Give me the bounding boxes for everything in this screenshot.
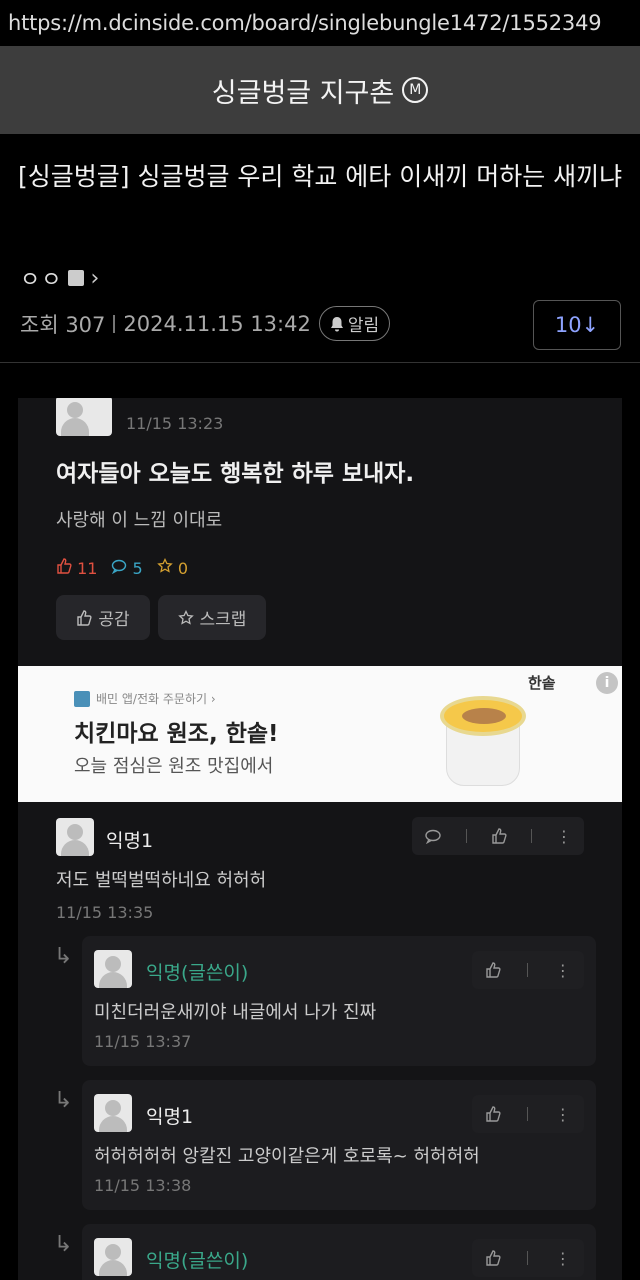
comment-tools: ⋮ bbox=[472, 951, 584, 989]
comment-count-button[interactable]: 10↓ bbox=[533, 300, 621, 350]
avatar bbox=[56, 818, 94, 856]
divider bbox=[527, 963, 529, 977]
like-button-label: 공감 bbox=[98, 610, 130, 630]
like-count: 11 bbox=[77, 559, 98, 578]
chevron-right-icon[interactable]: › bbox=[90, 266, 99, 291]
app-icon bbox=[74, 690, 90, 707]
screenshot-image: 11/15 13:23 여자들아 오늘도 행복한 하루 보내자. 사랑해 이 느… bbox=[18, 398, 622, 1280]
more-icon[interactable]: ⋮ bbox=[555, 1249, 571, 1268]
alarm-button[interactable]: 알림 bbox=[318, 306, 391, 341]
reply-arrow-icon: ↳ bbox=[54, 944, 73, 969]
author-row[interactable]: ㅇㅇ › bbox=[20, 262, 99, 294]
star-icon bbox=[156, 557, 173, 573]
captured-post-time: 11/15 13:23 bbox=[126, 414, 224, 433]
divider bbox=[527, 1251, 529, 1265]
comment-stat: 5 bbox=[111, 558, 143, 578]
view-count: 조회 307 bbox=[20, 312, 106, 337]
captured-post-body: 사랑해 이 느낌 이대로 bbox=[56, 510, 223, 531]
reply-arrow-icon: ↳ bbox=[54, 1232, 73, 1257]
scrap-button[interactable]: 스크랩 bbox=[158, 595, 266, 640]
thumbs-up-icon[interactable] bbox=[485, 1250, 501, 1266]
ad-source[interactable]: 배민 앱/전화 주문하기 › bbox=[74, 690, 216, 707]
more-icon[interactable]: ⋮ bbox=[555, 1105, 571, 1124]
comment-body: 저도 벌떡벌떡하네요 허허허 bbox=[56, 870, 267, 891]
gallery-name: 싱글벙글 지구촌 bbox=[211, 77, 395, 109]
divider bbox=[0, 362, 640, 363]
thumbs-up-icon[interactable] bbox=[491, 828, 507, 844]
thumbs-up-icon bbox=[77, 609, 92, 626]
scrap-button-label: 스크랩 bbox=[199, 610, 247, 630]
browser-url-bar[interactable]: https://m.dcinside.com/board/singlebungl… bbox=[0, 0, 640, 46]
ad-info-icon[interactable]: i bbox=[596, 672, 618, 694]
post-title: [싱글벙글] 싱글벙글 우리 학교 에타 이새끼 머하는 새끼냐 bbox=[18, 162, 623, 191]
comment-time: 11/15 13:35 bbox=[56, 903, 154, 922]
scrap-count: 0 bbox=[177, 559, 189, 578]
ad-subtitle: 오늘 점심은 원조 맛집에서 bbox=[74, 756, 274, 777]
divider bbox=[531, 829, 532, 843]
scrap-stat: 0 bbox=[156, 557, 189, 578]
comment-bubble-icon[interactable] bbox=[424, 828, 442, 844]
rice-bowl-image bbox=[438, 696, 528, 788]
alarm-label: 알림 bbox=[347, 316, 380, 336]
more-icon[interactable]: ⋮ bbox=[555, 961, 571, 980]
comment-time: 11/15 13:37 bbox=[94, 1032, 192, 1051]
comment-bubble-icon bbox=[112, 559, 127, 575]
comment-nick-op: 익명(글쓴이) bbox=[146, 962, 249, 984]
like-button[interactable]: 공감 bbox=[56, 595, 150, 640]
comment-count: 5 bbox=[132, 559, 143, 578]
avatar bbox=[94, 950, 132, 988]
avatar bbox=[56, 398, 112, 436]
reply-arrow-icon: ↳ bbox=[54, 1088, 73, 1113]
bowl-food bbox=[440, 696, 526, 736]
comment-nick-op: 익명(글쓴이) bbox=[146, 1250, 249, 1272]
comment-body: 허허허허허 앙칼진 고양이같은게 호로록~ 허허허허 bbox=[94, 1146, 480, 1167]
ad-banner[interactable]: 배민 앱/전화 주문하기 › 치킨마요 원조, 한솥! 오늘 점심은 원조 맛집… bbox=[18, 666, 622, 802]
more-icon[interactable]: ⋮ bbox=[556, 827, 572, 846]
like-stat: 11 bbox=[56, 558, 97, 578]
ad-title: 치킨마요 원조, 한솥! bbox=[74, 721, 279, 747]
captured-post-title: 여자들아 오늘도 행복한 하루 보내자. bbox=[56, 461, 415, 487]
comment-time: 11/15 13:38 bbox=[94, 1176, 192, 1195]
fixed-nick-badge-icon bbox=[68, 270, 85, 286]
thumbs-up-icon[interactable] bbox=[485, 1106, 501, 1122]
comment-body: 미친더러운새끼야 내글에서 나가 진짜 bbox=[94, 1002, 377, 1023]
minor-gallery-badge-icon: M bbox=[402, 77, 429, 103]
gallery-header[interactable]: 싱글벙글 지구촌 M bbox=[0, 46, 640, 134]
avatar bbox=[94, 1094, 132, 1132]
thumbs-up-icon[interactable] bbox=[485, 962, 501, 978]
avatar bbox=[94, 1238, 132, 1276]
thumbs-up-icon bbox=[57, 558, 72, 574]
comment-tools: ⋮ bbox=[472, 1239, 584, 1277]
post-meta: 조회 307 2024.11.15 13:42 알림 bbox=[20, 306, 391, 341]
divider bbox=[527, 1107, 529, 1121]
ad-brand: 한솥 bbox=[528, 674, 556, 692]
ad-source-label: 배민 앱/전화 주문하기 › bbox=[96, 692, 216, 706]
divider bbox=[466, 829, 467, 843]
bell-icon bbox=[330, 316, 343, 331]
star-icon bbox=[177, 609, 194, 625]
captured-post-stats: 11 5 0 bbox=[56, 557, 189, 578]
comment-tools: ⋮ bbox=[472, 1095, 584, 1133]
post-datetime: 2024.11.15 13:42 bbox=[123, 311, 311, 336]
divider bbox=[113, 314, 116, 333]
comment-tools: ⋮ bbox=[412, 817, 584, 855]
author-nick[interactable]: ㅇㅇ bbox=[20, 262, 62, 294]
comment-nick: 익명1 bbox=[146, 1106, 194, 1128]
comment-nick: 익명1 bbox=[106, 830, 154, 852]
